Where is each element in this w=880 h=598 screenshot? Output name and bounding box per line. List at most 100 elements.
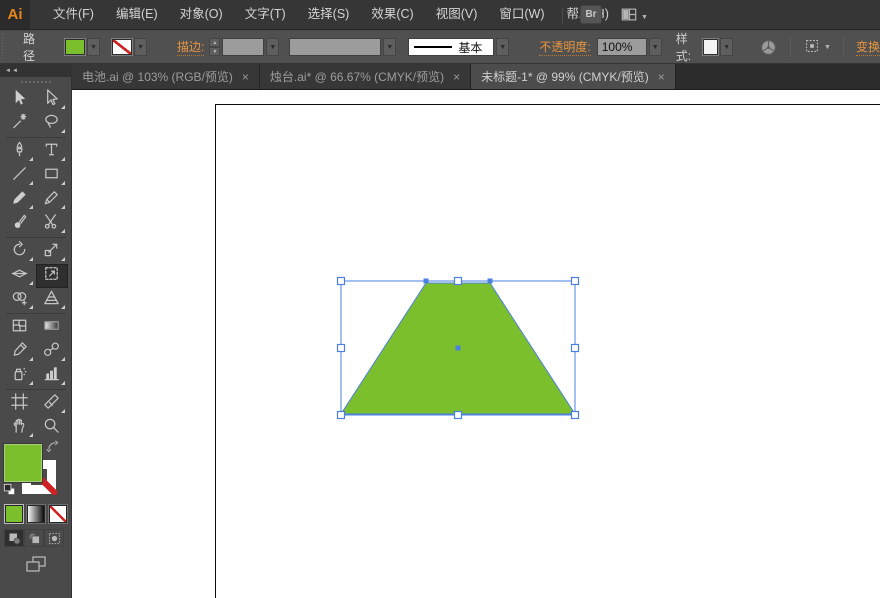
style-dropdown-arrow[interactable]: ▼ [720, 38, 733, 56]
hand-tool[interactable] [4, 416, 36, 440]
selection-handle[interactable] [572, 412, 579, 419]
blend-tool[interactable] [36, 340, 68, 364]
menu-item-5[interactable]: 效果(C) [360, 0, 424, 29]
graphic-style-picker[interactable]: ▼ [703, 38, 733, 56]
stepper-up-icon[interactable]: ▲ [209, 38, 220, 47]
selection-handle[interactable] [455, 278, 462, 285]
shape-builder-tool[interactable] [4, 288, 36, 312]
gradient-button[interactable] [27, 505, 45, 523]
perspective-grid-tool[interactable] [36, 288, 68, 312]
menu-item-0[interactable]: 文件(F) [42, 0, 105, 29]
screen-mode-button[interactable] [0, 554, 72, 579]
width-tool[interactable] [4, 264, 36, 288]
fill-indicator[interactable] [4, 444, 42, 482]
selection-handle[interactable] [338, 345, 345, 352]
tab-close-icon[interactable]: × [242, 70, 249, 84]
symbol-sprayer-tool[interactable] [4, 364, 36, 388]
transform-panel-link[interactable]: 变换 [856, 38, 880, 56]
none-button[interactable] [49, 505, 67, 523]
mesh-tool[interactable] [4, 316, 36, 340]
zoom-tool[interactable] [36, 416, 68, 440]
selection-handle[interactable] [338, 278, 345, 285]
rectangle-tool[interactable] [36, 164, 68, 188]
perspective-grid-icon [42, 288, 61, 312]
tab-close-icon[interactable]: × [453, 70, 460, 84]
document-tab-bar: 电池.ai @ 103% (RGB/预览)×烛台.ai* @ 66.67% (C… [72, 64, 880, 90]
paintbrush-tool[interactable] [4, 188, 36, 212]
controlbar-grip[interactable] [2, 34, 3, 60]
tab-close-icon[interactable]: × [658, 70, 665, 84]
fill-swatch[interactable] [65, 39, 85, 55]
menu-item-4[interactable]: 选择(S) [297, 0, 361, 29]
workspace-switcher-button[interactable]: ▼ [620, 6, 648, 28]
style-swatch[interactable] [703, 39, 718, 55]
document-tab-1[interactable]: 烛台.ai* @ 66.67% (CMYK/预览)× [260, 64, 471, 89]
brush-dropdown-arrow[interactable]: ▼ [496, 38, 509, 56]
selection-handle[interactable] [338, 412, 345, 419]
bridge-button[interactable]: Br [580, 5, 602, 24]
anchor-point[interactable] [488, 279, 493, 284]
fill-color-picker[interactable]: ▼ [65, 38, 100, 56]
canvas-area[interactable] [72, 90, 880, 598]
menu-item-6[interactable]: 视图(V) [425, 0, 489, 29]
color-button[interactable] [5, 505, 23, 523]
draw-behind-button[interactable] [24, 529, 44, 547]
magic-wand-tool[interactable] [4, 112, 36, 136]
eyedropper-tool[interactable] [4, 340, 36, 364]
type-tool[interactable] [36, 140, 68, 164]
brush-definition-combo[interactable]: 基本 ▼ [408, 38, 509, 56]
stroke-none-swatch[interactable] [112, 39, 132, 55]
pen-tool[interactable] [4, 140, 36, 164]
selection-handle[interactable] [572, 345, 579, 352]
width-profile-arrow[interactable]: ▼ [383, 38, 396, 56]
select-similar-button[interactable]: ▼ [803, 37, 831, 58]
shape-center-point[interactable] [456, 346, 461, 351]
zoom-icon [42, 416, 61, 440]
width-profile-combo[interactable]: ▼ [289, 38, 396, 56]
swap-fill-stroke-icon[interactable] [46, 440, 59, 458]
stroke-panel-link[interactable]: 描边: [177, 38, 204, 56]
opacity-panel-link[interactable]: 不透明度: [539, 38, 590, 56]
menu-item-7[interactable]: 窗口(W) [488, 0, 555, 29]
scissors-tool[interactable] [36, 212, 68, 236]
selection-tool[interactable] [4, 88, 36, 112]
blob-brush-tool[interactable] [4, 212, 36, 236]
rotate-tool[interactable] [4, 240, 36, 264]
scale-tool[interactable] [36, 240, 68, 264]
menu-item-1[interactable]: 编辑(E) [105, 0, 169, 29]
artboard-tool[interactable] [4, 392, 36, 416]
default-fill-stroke-icon[interactable] [3, 483, 16, 501]
stroke-color-picker[interactable]: ▼ [112, 38, 147, 56]
menu-item-2[interactable]: 对象(O) [169, 0, 234, 29]
line-segment-tool[interactable] [4, 164, 36, 188]
anchor-point[interactable] [424, 279, 429, 284]
document-tab-2[interactable]: 未标题-1* @ 99% (CMYK/预览)× [471, 64, 676, 89]
shape-builder-icon [10, 288, 29, 312]
panel-collapse-button[interactable]: ◄◄ [0, 64, 71, 77]
fill-dropdown-arrow[interactable]: ▼ [87, 38, 100, 56]
selection-handle[interactable] [455, 412, 462, 419]
opacity-combo[interactable]: 100% ▼ [597, 38, 662, 56]
stroke-weight-combo[interactable]: ▼ [222, 38, 279, 56]
column-graph-tool[interactable] [36, 364, 68, 388]
document-tab-0[interactable]: 电池.ai @ 103% (RGB/预览)× [72, 64, 260, 89]
opacity-arrow[interactable]: ▼ [649, 38, 662, 56]
selection-handle[interactable] [572, 278, 579, 285]
toolpanel-grip[interactable] [21, 81, 51, 83]
direct-selection-tool[interactable] [36, 88, 68, 112]
stepper-down-icon[interactable]: ▼ [209, 47, 220, 56]
pencil-tool[interactable] [36, 188, 68, 212]
menu-item-3[interactable]: 文字(T) [234, 0, 297, 29]
gradient-tool[interactable] [36, 316, 68, 340]
slice-tool[interactable] [36, 392, 68, 416]
draw-inside-button[interactable] [44, 529, 64, 547]
color-type-row [5, 505, 67, 523]
lasso-tool[interactable] [36, 112, 68, 136]
draw-normal-button[interactable] [4, 529, 24, 547]
stroke-weight-arrow[interactable]: ▼ [266, 38, 279, 56]
stroke-dropdown-arrow[interactable]: ▼ [134, 38, 147, 56]
recolor-artwork-icon[interactable] [759, 38, 778, 57]
stroke-weight-stepper[interactable]: ▲ ▼ [209, 38, 220, 56]
free-transform-tool[interactable] [36, 264, 68, 288]
selected-shape-group[interactable] [335, 275, 581, 421]
